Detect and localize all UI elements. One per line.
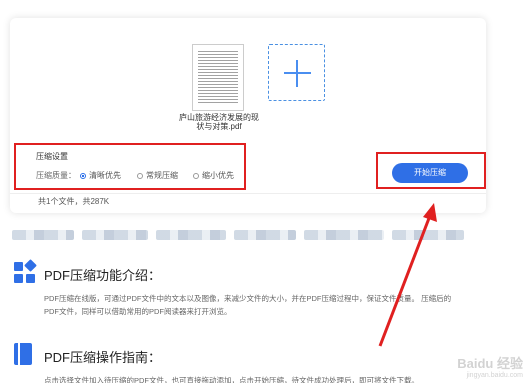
annotation-arrow (378, 203, 437, 347)
watermark: Baidu 经验 jingyan.baidu.com (457, 356, 523, 379)
